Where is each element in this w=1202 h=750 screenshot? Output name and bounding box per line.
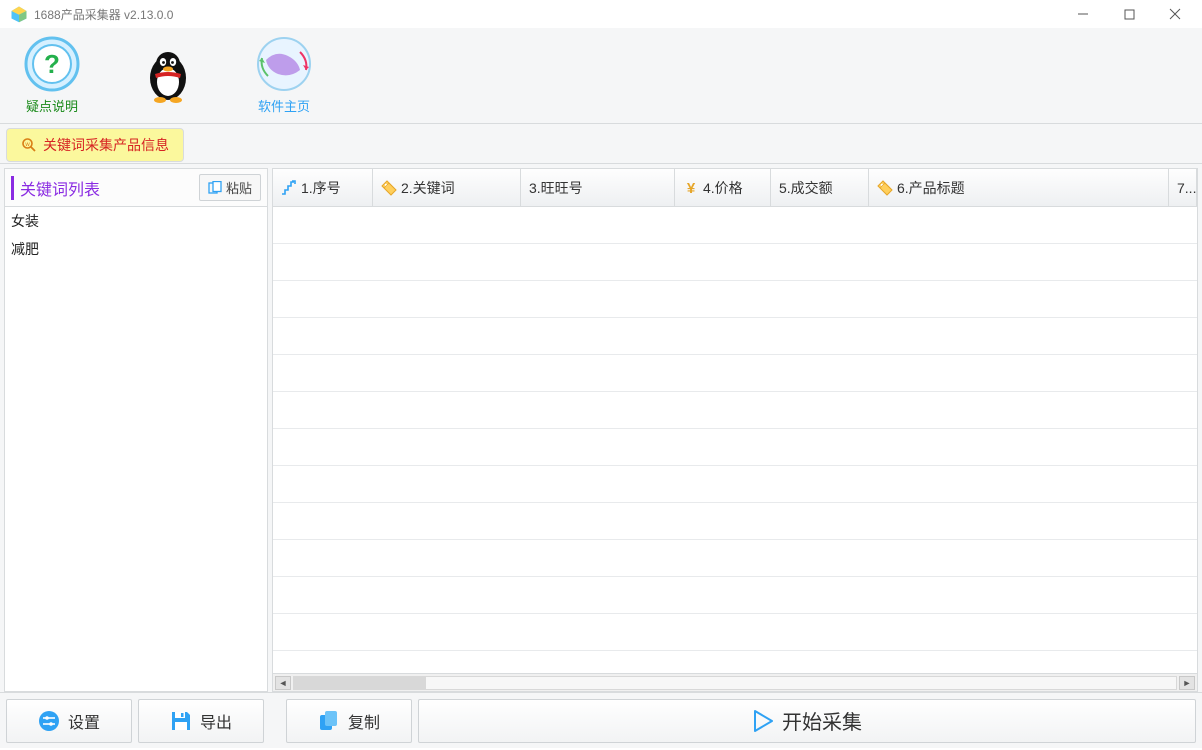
grid-header-row: 1.序号 2.关键词 3.旺旺号 ¥4.价格 5.成交额 6.产品标题 7...: [273, 169, 1197, 207]
main-toolbar: ? 疑点说明: [0, 28, 1202, 124]
maximize-button[interactable]: [1106, 0, 1152, 28]
keyword-list-title: 关键词列表: [11, 176, 100, 200]
grid-row[interactable]: [273, 244, 1197, 281]
svg-text:?: ?: [44, 49, 60, 79]
tag-icon: [381, 180, 397, 196]
column-label: 1.序号: [301, 178, 341, 198]
tab-collect-keywords[interactable]: w 关键词采集产品信息: [6, 128, 184, 162]
magnifier-icon: w: [21, 137, 37, 153]
column-label: 5.成交额: [779, 178, 833, 198]
grid-row[interactable]: [273, 614, 1197, 651]
grid-body[interactable]: [273, 207, 1197, 673]
column-header[interactable]: ¥4.价格: [675, 169, 771, 206]
close-button[interactable]: [1152, 0, 1198, 28]
grid-row[interactable]: [273, 429, 1197, 466]
settings-icon: [38, 710, 60, 732]
column-header[interactable]: 6.产品标题: [869, 169, 1169, 206]
horizontal-scrollbar[interactable]: ◄ ►: [273, 673, 1197, 691]
help-label: 疑点说明: [26, 96, 78, 115]
start-label: 开始采集: [782, 706, 862, 735]
tab-label: 关键词采集产品信息: [43, 135, 169, 155]
copy-icon: [318, 710, 340, 732]
question-icon: ?: [24, 36, 80, 92]
tag-icon: [877, 180, 893, 196]
svg-text:¥: ¥: [687, 180, 696, 196]
column-header[interactable]: 3.旺旺号: [521, 169, 675, 206]
scroll-thumb[interactable]: [294, 677, 426, 689]
keyword-sidebar-header: 关键词列表 粘贴: [5, 169, 267, 207]
grid-row[interactable]: [273, 503, 1197, 540]
column-header[interactable]: 2.关键词: [373, 169, 521, 206]
homepage-button[interactable]: 软件主页: [256, 36, 312, 115]
grid-row[interactable]: [273, 392, 1197, 429]
keyword-item[interactable]: 减肥: [5, 235, 267, 263]
yen-icon: ¥: [683, 180, 699, 196]
results-grid: 1.序号 2.关键词 3.旺旺号 ¥4.价格 5.成交额 6.产品标题 7... ◄ ►: [272, 168, 1198, 692]
copy-button[interactable]: 复制: [286, 699, 412, 743]
column-header[interactable]: 5.成交额: [771, 169, 869, 206]
keyword-list[interactable]: 女装减肥: [5, 207, 267, 691]
globe-icon: [256, 36, 312, 92]
results-pane: 1.序号 2.关键词 3.旺旺号 ¥4.价格 5.成交额 6.产品标题 7... ◄ ►: [272, 168, 1198, 692]
keyword-sidebar: 关键词列表 粘贴 女装减肥: [4, 168, 268, 692]
scroll-right-arrow[interactable]: ►: [1179, 676, 1195, 690]
column-label: 4.价格: [703, 178, 743, 198]
column-label: 3.旺旺号: [529, 178, 583, 198]
scroll-track[interactable]: [293, 676, 1177, 690]
qq-button[interactable]: [140, 48, 196, 104]
keyword-item[interactable]: 女装: [5, 207, 267, 235]
app-logo-icon: [10, 5, 28, 23]
grid-row[interactable]: [273, 207, 1197, 244]
export-button[interactable]: 导出: [138, 699, 264, 743]
titlebar: 1688产品采集器 v2.13.0.0: [0, 0, 1202, 28]
paste-icon: [208, 181, 222, 195]
paste-button[interactable]: 粘贴: [199, 174, 261, 201]
homepage-label: 软件主页: [258, 96, 310, 115]
main-area: 关键词列表 粘贴 女装减肥 1.序号 2.关键词 3.旺旺号 ¥4.价格 5.成交额 6.…: [0, 164, 1202, 692]
start-collect-button[interactable]: 开始采集: [418, 699, 1196, 743]
tabbar: w 关键词采集产品信息: [0, 124, 1202, 164]
settings-button[interactable]: 设置: [6, 699, 132, 743]
penguin-icon: [140, 48, 196, 104]
column-header[interactable]: 1.序号: [273, 169, 373, 206]
settings-label: 设置: [68, 709, 100, 733]
play-icon: [752, 709, 774, 733]
grid-row[interactable]: [273, 318, 1197, 355]
column-label: 7...: [1177, 180, 1196, 196]
grid-row[interactable]: [273, 540, 1197, 577]
svg-text:w: w: [24, 142, 30, 148]
grid-row[interactable]: [273, 355, 1197, 392]
minimize-button[interactable]: [1060, 0, 1106, 28]
save-icon: [170, 710, 192, 732]
grid-row[interactable]: [273, 577, 1197, 614]
steps-icon: [281, 180, 297, 196]
column-label: 2.关键词: [401, 178, 455, 198]
copy-label: 复制: [348, 709, 380, 733]
window-title: 1688产品采集器 v2.13.0.0: [34, 6, 173, 23]
grid-row[interactable]: [273, 281, 1197, 318]
column-label: 6.产品标题: [897, 178, 965, 198]
help-button[interactable]: ? 疑点说明: [24, 36, 80, 115]
scroll-left-arrow[interactable]: ◄: [275, 676, 291, 690]
export-label: 导出: [200, 709, 232, 733]
paste-label: 粘贴: [226, 178, 252, 197]
column-header[interactable]: 7...: [1169, 169, 1197, 206]
grid-row[interactable]: [273, 466, 1197, 503]
bottom-toolbar: 设置 导出 复制 开始采集: [0, 692, 1202, 748]
